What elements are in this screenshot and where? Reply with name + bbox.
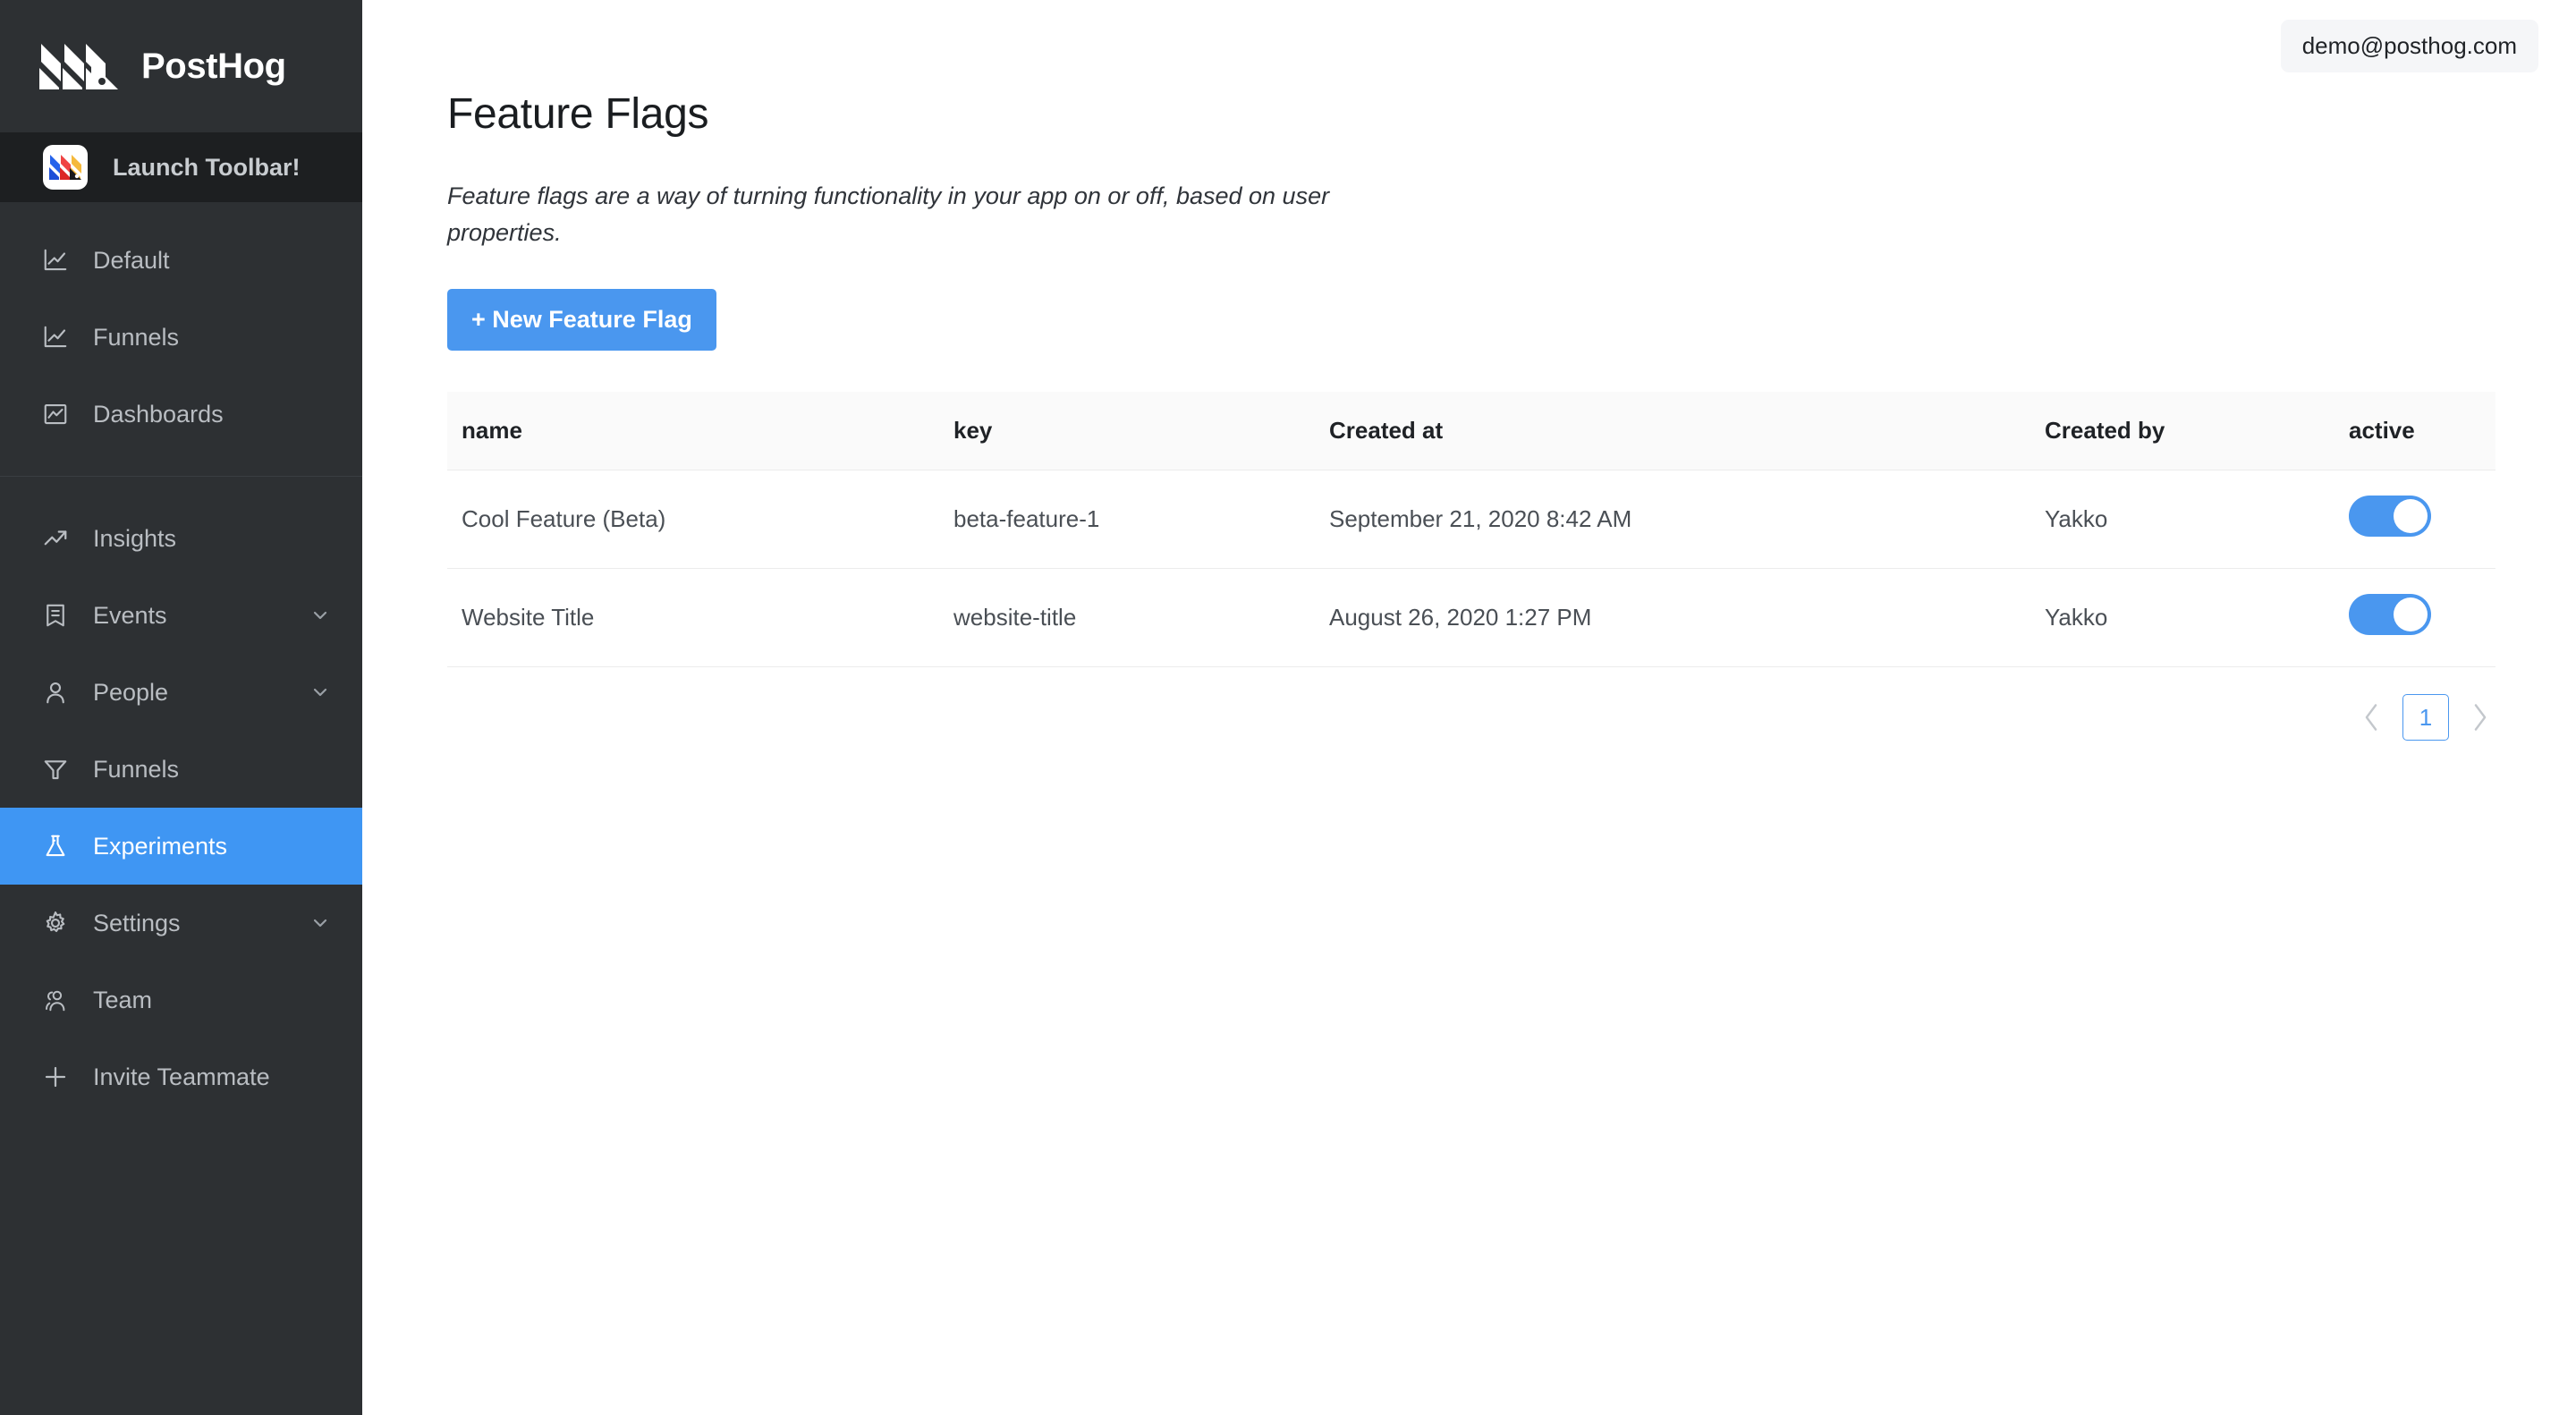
plus-icon	[41, 1063, 70, 1091]
launch-toolbar-label: Launch Toolbar!	[113, 154, 301, 182]
sidebar-item-label: Default	[93, 247, 332, 275]
launch-toolbar-item[interactable]: Launch Toolbar!	[0, 132, 362, 202]
column-header-active: active	[2334, 392, 2496, 470]
sidebar-item-people[interactable]: People	[0, 654, 362, 731]
sidebar-group-primary: Default Funnels Dashboards	[0, 202, 362, 476]
sidebar-item-invite-teammate[interactable]: Invite Teammate	[0, 1038, 362, 1115]
table-body: Cool Feature (Beta) beta-feature-1 Septe…	[447, 470, 2496, 667]
cell-created-at: September 21, 2020 8:42 AM	[1315, 470, 2030, 569]
cell-created-by: Yakko	[2030, 569, 2334, 667]
column-header-created-at: Created at	[1315, 392, 2030, 470]
column-header-key: key	[939, 392, 1315, 470]
line-chart-icon	[41, 323, 70, 352]
sidebar-item-funnels-chart[interactable]: Funnels	[0, 299, 362, 376]
sidebar-item-label: Invite Teammate	[93, 1063, 332, 1091]
sidebar-item-label: Team	[93, 987, 332, 1014]
cell-created-at: August 26, 2020 1:27 PM	[1315, 569, 2030, 667]
chevron-left-icon[interactable]	[2356, 694, 2386, 741]
sidebar-item-label: Experiments	[93, 833, 332, 860]
new-feature-flag-button[interactable]: + New Feature Flag	[447, 289, 716, 351]
page-description: Feature flags are a way of turning funct…	[447, 178, 1422, 251]
brand[interactable]: PostHog	[0, 0, 362, 132]
cell-active	[2334, 470, 2496, 569]
chevron-down-icon[interactable]	[309, 681, 332, 704]
pagination-page-1[interactable]: 1	[2402, 694, 2449, 741]
sidebar-item-label: People	[93, 679, 285, 707]
cell-active	[2334, 569, 2496, 667]
gear-icon	[41, 909, 70, 937]
page-title: Feature Flags	[447, 89, 2576, 139]
sidebar-item-settings[interactable]: Settings	[0, 885, 362, 962]
user-email-badge[interactable]: demo@posthog.com	[2281, 20, 2538, 72]
dashboard-chart-icon	[41, 400, 70, 428]
sidebar-item-funnels[interactable]: Funnels	[0, 731, 362, 808]
cell-name: Website Title	[447, 569, 939, 667]
sidebar-item-insights[interactable]: Insights	[0, 500, 362, 577]
active-toggle[interactable]	[2349, 594, 2431, 635]
sidebar-item-label: Insights	[93, 525, 332, 553]
document-list-icon	[41, 601, 70, 630]
person-icon	[41, 678, 70, 707]
column-header-name: name	[447, 392, 939, 470]
cell-key: website-title	[939, 569, 1315, 667]
sidebar-item-label: Settings	[93, 910, 285, 937]
funnel-icon	[41, 755, 70, 784]
chevron-down-icon[interactable]	[309, 911, 332, 935]
people-group-icon	[41, 986, 70, 1014]
flask-icon	[41, 832, 70, 860]
toggle-knob	[2394, 597, 2428, 631]
table-header: name key Created at Created by active	[447, 392, 2496, 470]
sidebar-item-label: Funnels	[93, 756, 332, 784]
posthog-toolbar-icon	[43, 145, 88, 190]
table-row[interactable]: Cool Feature (Beta) beta-feature-1 Septe…	[447, 470, 2496, 569]
trending-up-icon	[41, 524, 70, 553]
active-toggle[interactable]	[2349, 496, 2431, 537]
sidebar-item-events[interactable]: Events	[0, 577, 362, 654]
table-row[interactable]: Website Title website-title August 26, 2…	[447, 569, 2496, 667]
cell-created-by: Yakko	[2030, 470, 2334, 569]
sidebar-item-default[interactable]: Default	[0, 222, 362, 299]
line-chart-icon	[41, 246, 70, 275]
toggle-knob	[2394, 499, 2428, 533]
column-header-created-by: Created by	[2030, 392, 2334, 470]
sidebar-item-team[interactable]: Team	[0, 962, 362, 1038]
chevron-right-icon[interactable]	[2465, 694, 2496, 741]
chevron-down-icon[interactable]	[309, 604, 332, 627]
cell-key: beta-feature-1	[939, 470, 1315, 569]
brand-name: PostHog	[141, 47, 286, 87]
posthog-hedgehog-logo-icon	[39, 42, 118, 90]
sidebar-item-label: Funnels	[93, 324, 332, 352]
sidebar-item-dashboards[interactable]: Dashboards	[0, 376, 362, 453]
page-content: Feature Flags Feature flags are a way of…	[362, 89, 2576, 741]
feature-flags-table: name key Created at Created by active Co…	[447, 392, 2496, 667]
main-content: demo@posthog.com Feature Flags Feature f…	[362, 0, 2576, 1415]
sidebar-item-label: Events	[93, 602, 285, 630]
sidebar: PostHog Launch Toolbar!	[0, 0, 362, 1415]
sidebar-item-label: Dashboards	[93, 401, 332, 428]
sidebar-group-secondary: Insights Events	[0, 477, 362, 1133]
topbar: demo@posthog.com	[362, 0, 2576, 89]
table-header-row: name key Created at Created by active	[447, 392, 2496, 470]
cell-name: Cool Feature (Beta)	[447, 470, 939, 569]
app-root: PostHog Launch Toolbar!	[0, 0, 2576, 1415]
pagination: 1	[447, 667, 2496, 741]
sidebar-item-experiments[interactable]: Experiments	[0, 808, 362, 885]
